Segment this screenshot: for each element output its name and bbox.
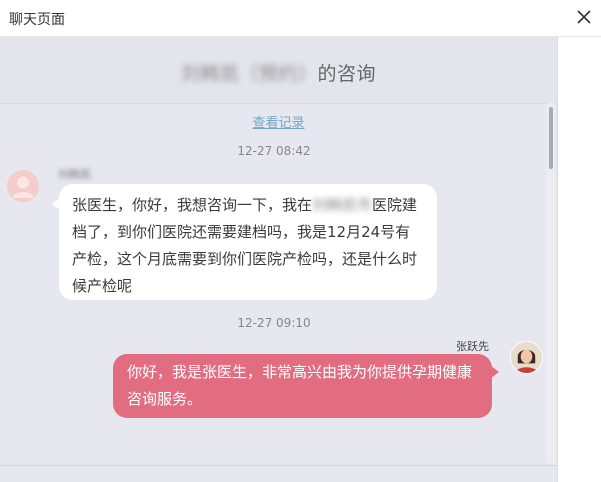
chat-header: 刘韩凯（预约）的咨询 (0, 37, 557, 104)
message-timestamp: 12-27 08:42 (237, 144, 311, 158)
message-timestamp: 12-27 09:10 (237, 316, 311, 330)
redacted-text: 刘韩凯市 (312, 196, 373, 214)
view-history-link[interactable]: 查看记录 (0, 112, 557, 131)
chat-panel: 刘韩凯（预约）的咨询 查看记录 12-27 08:42 刘韩凯 张医生，你好，我… (0, 37, 557, 482)
message-text: 张医生，你好，我想咨询一下，我在 (72, 196, 313, 214)
outgoing-message-bubble: 你好，我是张医生，非常高兴由我为你提供孕期健康咨询服务。 (113, 354, 499, 418)
user-silhouette-icon (7, 170, 39, 202)
doctor-photo-icon (511, 342, 542, 373)
chat-title: 刘韩凯（预约）的咨询 (0, 59, 557, 86)
incoming-message-bubble: 张医生，你好，我想咨询一下，我在刘韩凯市医院建档了，到你们医院还需要建档吗，我是… (52, 184, 437, 300)
window-titlebar: 聊天页面 (0, 0, 601, 37)
window-title: 聊天页面 (9, 12, 65, 28)
sender-name-patient: 刘韩凯 (58, 168, 91, 181)
side-panel (557, 37, 601, 482)
doctor-avatar[interactable] (510, 341, 543, 374)
scrollbar-thumb[interactable] (549, 107, 553, 169)
chat-title-suffix: 的咨询 (317, 63, 377, 85)
patient-name: 刘韩凯（预约） (180, 63, 318, 85)
sender-name-doctor: 张跃先 (456, 340, 489, 353)
close-icon[interactable] (573, 6, 595, 28)
patient-avatar[interactable] (7, 170, 39, 202)
input-area-divider (0, 465, 557, 466)
